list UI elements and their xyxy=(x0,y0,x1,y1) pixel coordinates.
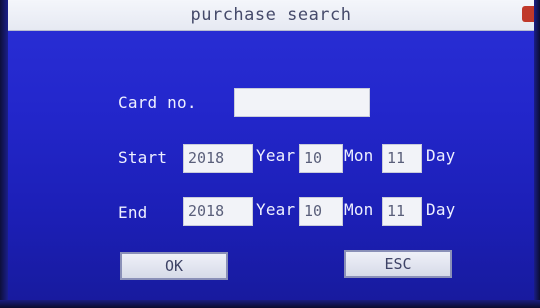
end-label: End xyxy=(118,203,148,222)
end-year-input[interactable]: 2018 xyxy=(183,197,253,226)
card-no-label: Card no. xyxy=(118,93,197,112)
end-day-label: Day xyxy=(426,200,456,219)
end-month-input[interactable]: 10 xyxy=(299,197,343,226)
close-icon[interactable] xyxy=(522,6,534,22)
screen-bezel xyxy=(0,0,8,308)
title-bar: purchase search xyxy=(8,0,534,31)
screen-bezel xyxy=(534,0,540,308)
start-day-input[interactable]: 11 xyxy=(382,144,422,173)
start-year-input[interactable]: 2018 xyxy=(183,144,253,173)
start-month-input[interactable]: 10 xyxy=(299,144,343,173)
start-label: Start xyxy=(118,148,168,167)
window-title: purchase search xyxy=(190,5,352,25)
end-day-input[interactable]: 11 xyxy=(382,197,422,226)
card-no-input[interactable] xyxy=(234,88,370,117)
ok-button[interactable]: OK xyxy=(120,252,228,280)
screen: purchase search Card no. Start 2018 Year… xyxy=(0,0,540,308)
esc-button[interactable]: ESC xyxy=(344,250,452,278)
end-year-label: Year xyxy=(256,200,296,219)
end-month-label: Mon xyxy=(344,200,374,219)
start-year-label: Year xyxy=(256,146,296,165)
screen-bezel xyxy=(0,300,540,308)
start-month-label: Mon xyxy=(344,146,374,165)
start-day-label: Day xyxy=(426,146,456,165)
